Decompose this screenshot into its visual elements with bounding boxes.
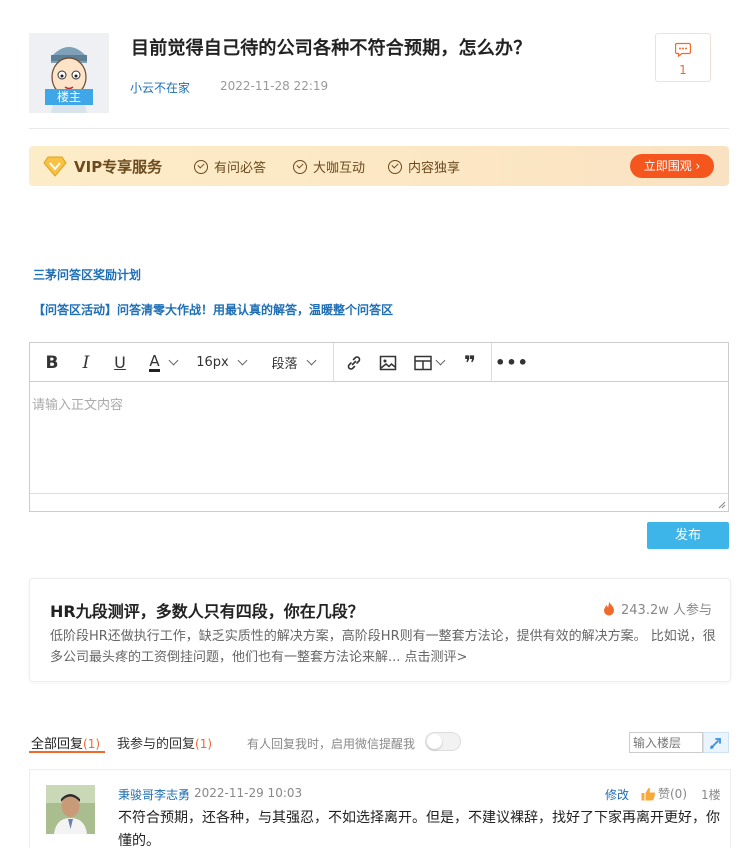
floor-input[interactable] — [629, 732, 703, 753]
more-icon[interactable]: ••• — [495, 343, 528, 382]
reply-tabs: 全部回复(1) 我参与的回复(1) 有人回复我时，启用微信提醒我 — [29, 730, 729, 756]
table-button[interactable] — [410, 343, 448, 382]
vip-diamond-icon — [43, 156, 67, 177]
check-circle-icon — [293, 159, 307, 174]
editor-toolbar: B I U A 16px 段落 ❞ ••• — [30, 343, 728, 382]
page: 楼主 目前觉得自己待的公司各种不符合预期，怎么办？ 小云不在家 2022-11-… — [13, 8, 743, 848]
tab-mine-count: (1) — [195, 737, 213, 751]
wechat-notify-label: 有人回复我时，启用微信提醒我 — [247, 737, 416, 751]
card-participants: 243.2w 人参与 — [603, 599, 712, 618]
vip-title: VIP专享服务 — [74, 158, 163, 176]
hr-assessment-card[interactable]: HR九段测评，多数人只有四段，你在几段？ 243.2w 人参与 低阶段HR还做执… — [29, 578, 731, 682]
reply-edit-button[interactable]: 修改 — [605, 786, 629, 803]
comment-icon — [674, 42, 692, 58]
quote-icon[interactable]: ❞ — [458, 343, 482, 382]
op-badge: 楼主 — [45, 89, 93, 105]
wechat-notify-toggle[interactable] — [425, 732, 461, 751]
chevron-down-icon — [237, 355, 248, 366]
vip-feature-label: 大咖互动 — [313, 161, 366, 176]
card-description: 低阶段HR还做执行工作，缺乏实质性的解决方案，高阶段HR则有一整套方法论，提供有… — [50, 629, 716, 665]
link-icon[interactable] — [342, 343, 366, 382]
check-circle-icon — [388, 159, 402, 174]
vip-banner[interactable]: VIP专享服务 有问必答 大咖互动 内容独享 立即围观 › — [29, 146, 729, 186]
participants-count: 243.2w 人参与 — [621, 603, 712, 618]
reply-editor: B I U A 16px 段落 ❞ ••• 请输入正文内容 — [29, 342, 729, 512]
font-size-select[interactable]: 16px — [190, 343, 252, 382]
tab-all-count: (1) — [83, 737, 101, 751]
font-color-button[interactable]: A — [140, 343, 186, 382]
font-size-value: 16px — [196, 355, 229, 370]
vip-feature-label: 有问必答 — [214, 161, 267, 176]
paragraph-select[interactable]: 段落 — [260, 343, 326, 382]
resize-handle-icon[interactable] — [718, 501, 726, 509]
paragraph-value: 段落 — [271, 357, 298, 372]
thumbs-up-icon — [641, 787, 656, 800]
reply-like-button[interactable]: 赞(0) — [641, 785, 687, 802]
editor-content-area[interactable]: 请输入正文内容 — [30, 382, 728, 493]
post-time: 2022-11-28 22:19 — [220, 79, 329, 93]
user-photo-icon — [46, 785, 95, 834]
reply-floor: 1楼 — [701, 788, 721, 802]
card-title: HR九段测评，多数人只有四段，你在几段？ — [50, 602, 364, 621]
underline-icon[interactable]: U — [108, 343, 132, 382]
tab-my-replies[interactable]: 我参与的回复(1) — [117, 733, 212, 752]
fire-icon — [604, 601, 615, 616]
reply-like-label: 赞(0) — [658, 787, 687, 801]
post-author[interactable]: 小云不在家 — [130, 79, 190, 96]
reply-author[interactable]: 秉骏哥李志勇 — [118, 786, 190, 803]
vip-feature-label: 内容独享 — [408, 161, 461, 176]
chevron-down-icon — [306, 355, 316, 366]
chevron-down-icon — [435, 355, 446, 366]
reply-time: 2022-11-29 10:03 — [194, 786, 303, 800]
reply-content: 不符合预期，还各种，与其强忍，不如选择离开。但是，不建议裸辞，找好了下家再离开更… — [118, 810, 720, 848]
toolbar-divider — [491, 343, 492, 382]
check-circle-icon — [194, 159, 208, 174]
toggle-knob — [427, 734, 442, 749]
bold-icon[interactable]: B — [40, 343, 64, 382]
italic-icon[interactable]: I — [74, 343, 98, 382]
editor-status-bar — [30, 493, 728, 511]
tab-mine-label: 我参与的回复 — [117, 737, 196, 752]
reply-item: 秉骏哥李志勇 2022-11-29 10:03 修改 赞(0) 1楼 不符合预期… — [29, 769, 731, 848]
image-icon[interactable] — [376, 343, 400, 382]
comment-count: 1 — [679, 63, 687, 77]
publish-button[interactable]: 发布 — [647, 522, 729, 549]
chevron-down-icon — [168, 355, 179, 366]
toolbar-divider — [333, 343, 334, 382]
activity-link[interactable]: 【问答区活动】问答清零大作战！用最认真的解答，温暖整个问答区 — [33, 301, 393, 318]
reward-plan-link[interactable]: 三茅问答区奖励计划 — [33, 266, 141, 283]
table-icon — [414, 355, 432, 370]
floor-jump-button[interactable] — [703, 732, 729, 753]
comment-count-button[interactable]: 1 — [655, 33, 711, 82]
jump-icon — [710, 737, 721, 749]
op-avatar[interactable]: 楼主 — [29, 33, 109, 113]
reply-avatar[interactable] — [46, 785, 95, 834]
tab-all-label: 全部回复 — [31, 737, 84, 752]
vip-watch-button[interactable]: 立即围观 › — [630, 154, 714, 178]
font-color-icon: A — [149, 352, 160, 372]
tab-all-replies[interactable]: 全部回复(1) — [31, 733, 100, 752]
vip-feature-1: 有问必答 — [194, 157, 266, 176]
vip-feature-2: 大咖互动 — [293, 157, 365, 176]
header-divider — [29, 128, 729, 129]
active-tab-indicator — [29, 751, 105, 753]
vip-feature-3: 内容独享 — [388, 157, 460, 176]
post-title: 目前觉得自己待的公司各种不符合预期，怎么办？ — [131, 38, 532, 59]
